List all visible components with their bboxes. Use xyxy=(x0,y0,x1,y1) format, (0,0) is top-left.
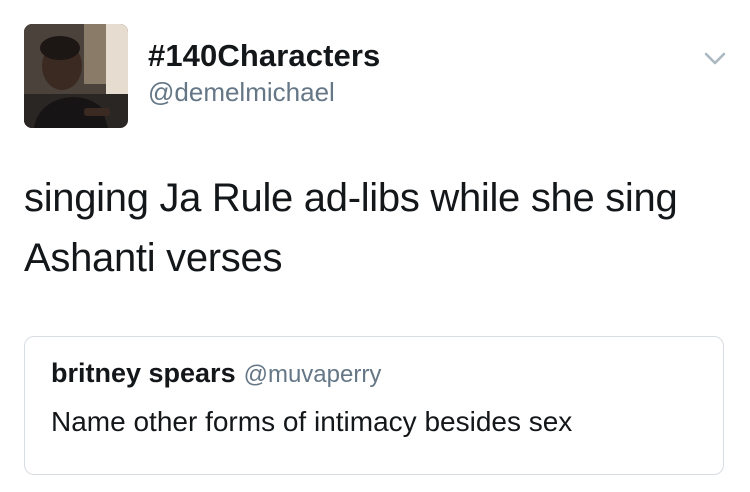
avatar[interactable] xyxy=(24,24,128,128)
quoted-tweet-header: britney spears @muvaperry xyxy=(51,358,381,389)
chevron-down-icon[interactable] xyxy=(700,46,730,70)
author-handle[interactable]: @demelmichael xyxy=(148,77,335,108)
quoted-author-name: britney spears xyxy=(51,358,236,388)
author-display-name[interactable]: #140Characters xyxy=(148,38,380,74)
tweet: #140Characters @demelmichael singing Ja … xyxy=(0,0,750,492)
quoted-tweet-card[interactable]: britney spears @muvaperry Name other form… xyxy=(24,336,724,475)
quoted-tweet-text: Name other forms of intimacy besides sex xyxy=(51,406,573,437)
quoted-author-handle: @muvaperry xyxy=(243,361,382,388)
tweet-text: singing Ja Rule ad-libs while she sing A… xyxy=(24,176,678,280)
avatar-image xyxy=(24,24,128,128)
